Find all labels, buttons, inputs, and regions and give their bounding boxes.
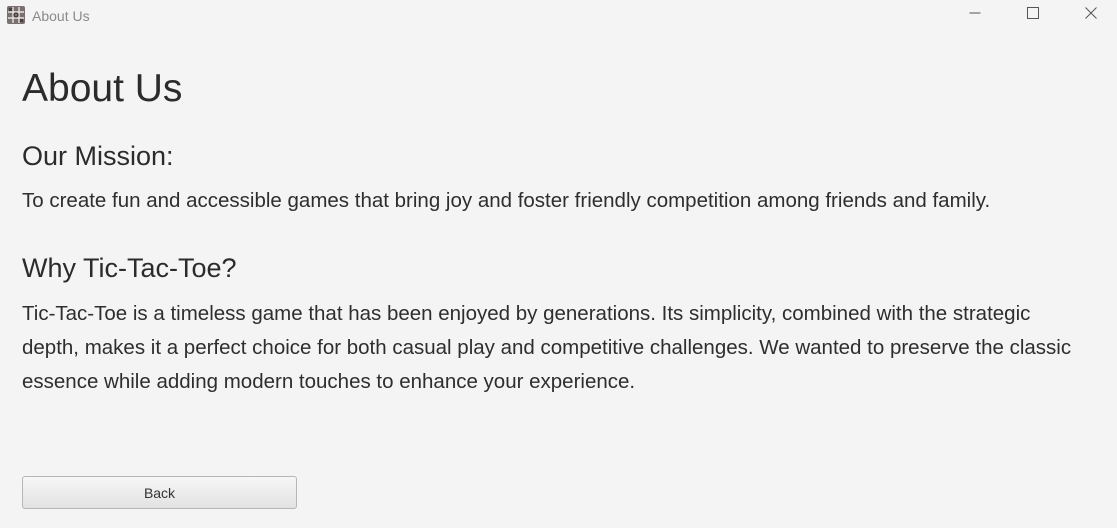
maximize-button[interactable]: [1004, 0, 1062, 30]
why-tic-tac-toe-text: Tic-Tac-Toe is a timeless game that has …: [22, 302, 1072, 393]
maximize-icon: [1027, 6, 1039, 24]
app-icon: [7, 6, 25, 24]
back-button[interactable]: Back: [22, 476, 297, 509]
close-button[interactable]: [1062, 0, 1117, 30]
about-us-window: About Us About Us Our Mission: To create…: [0, 0, 1117, 528]
title-bar[interactable]: About Us: [0, 0, 1117, 32]
close-icon: [1085, 6, 1097, 24]
window-title: About Us: [32, 8, 90, 24]
page-title: About Us: [22, 67, 183, 110]
minimize-button[interactable]: [946, 0, 1004, 30]
mission-heading: Our Mission:: [22, 141, 174, 171]
mission-text: To create fun and accessible games that …: [22, 189, 991, 212]
minimize-icon: [969, 6, 981, 24]
why-tic-tac-toe-heading: Why Tic-Tac-Toe?: [22, 253, 237, 283]
